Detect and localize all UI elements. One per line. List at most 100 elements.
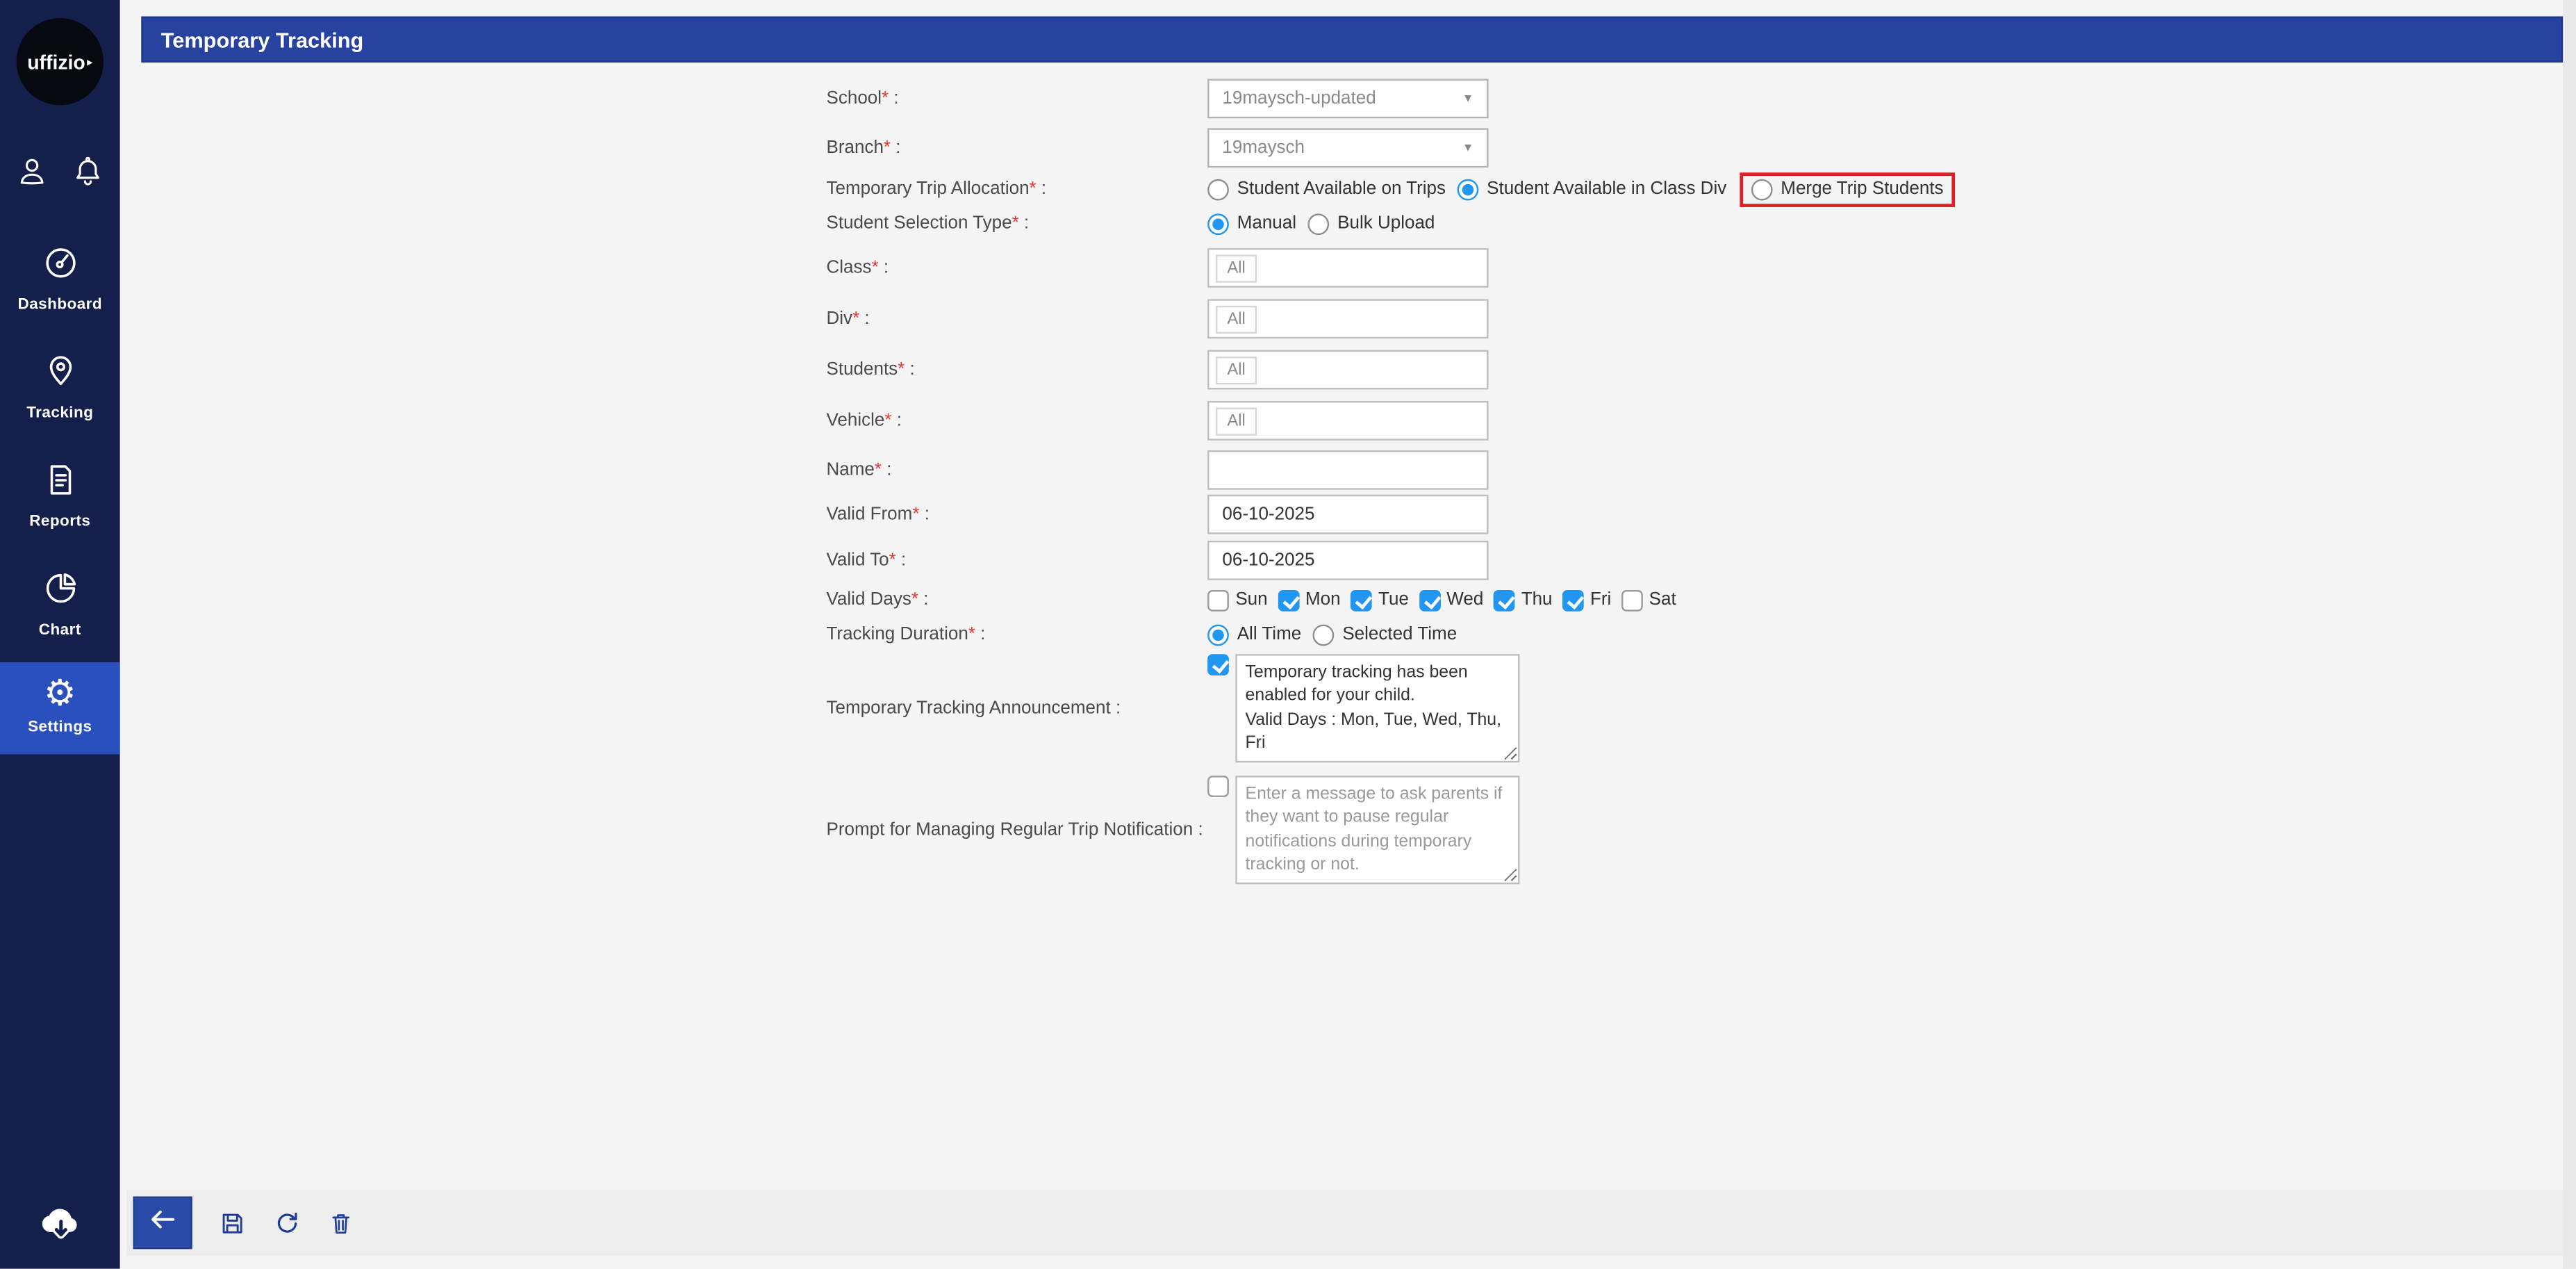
- chevron-down-icon: ▼: [1462, 93, 1474, 106]
- sidebar-item-label: Chart: [38, 621, 81, 639]
- checkbox[interactable]: [1207, 589, 1229, 611]
- user-icon[interactable]: [15, 154, 49, 197]
- checkbox-label: Sat: [1649, 589, 1676, 610]
- vertical-scrollbar[interactable]: [2563, 0, 2576, 1269]
- valid-day-wed: Wed: [1419, 589, 1483, 611]
- field-row-school: School* : 19maysch-updated ▼: [120, 79, 2550, 119]
- sidebar-item-dashboard[interactable]: Dashboard: [0, 243, 120, 314]
- checkbox-label: Thu: [1521, 589, 1553, 610]
- field-row-div: Div* : All: [120, 299, 2550, 339]
- field-row-class: Class* : All: [120, 248, 2550, 288]
- sidebar-quick-icons: [0, 154, 120, 197]
- field-label: Valid From* :: [826, 504, 930, 525]
- radio-label: Student Available on Trips: [1237, 179, 1446, 199]
- radio-label: Student Available in Class Div: [1487, 179, 1727, 199]
- main-content: Temporary Tracking School* : 19maysch-up…: [120, 0, 2576, 1269]
- field-row-students: Students* : All: [120, 350, 2550, 390]
- radio-button[interactable]: [1307, 213, 1330, 234]
- name-input[interactable]: [1207, 450, 1489, 490]
- field-row-name: Name* :: [120, 450, 2550, 490]
- radio-option-merge-trip-students: Merge Trip Students: [1751, 178, 1944, 200]
- field-row-announcement: Temporary Tracking Announcement : Tempor…: [120, 654, 2550, 763]
- valid-day-tue: Tue: [1350, 589, 1409, 611]
- radio-button[interactable]: [1207, 213, 1229, 234]
- checkbox-label: Fri: [1590, 589, 1612, 610]
- branch-select[interactable]: 19maysch ▼: [1207, 128, 1489, 168]
- valid-day-mon: Mon: [1277, 589, 1341, 611]
- field-label: Vehicle* :: [826, 411, 902, 431]
- radio-label: Selected Time: [1342, 624, 1458, 645]
- sidebar-item-tracking[interactable]: Tracking: [0, 352, 120, 423]
- temporary-tracking-form: School* : 19maysch-updated ▼ Branch* : 1…: [120, 79, 2550, 885]
- radio-button[interactable]: [1312, 623, 1335, 646]
- checkbox[interactable]: [1277, 589, 1299, 611]
- students-multiselect[interactable]: All: [1207, 350, 1489, 390]
- selected-tag: All: [1215, 254, 1257, 282]
- radio-button[interactable]: [1207, 178, 1229, 200]
- selected-tag: All: [1215, 407, 1257, 435]
- checkbox[interactable]: [1493, 589, 1515, 611]
- field-label: Student Selection Type* :: [826, 213, 1030, 234]
- cloud-download-icon: [35, 1197, 85, 1254]
- vehicle-multiselect[interactable]: All: [1207, 401, 1489, 441]
- checkbox-label: Sun: [1235, 589, 1268, 610]
- field-label: Valid Days* :: [826, 589, 929, 610]
- tracking-pin-icon: [40, 352, 80, 400]
- selected-tag: All: [1215, 304, 1257, 333]
- back-arrow-icon: [145, 1201, 181, 1245]
- class-multiselect[interactable]: All: [1207, 248, 1489, 288]
- field-label: Valid To* :: [826, 550, 907, 571]
- announcement-enable-checkbox[interactable]: [1207, 654, 1229, 676]
- checkbox[interactable]: [1350, 589, 1372, 611]
- checkbox[interactable]: [1419, 589, 1440, 611]
- radio-label: Bulk Upload: [1337, 213, 1435, 234]
- checkbox-label: Wed: [1446, 589, 1484, 610]
- save-button[interactable]: [219, 1209, 247, 1237]
- radio-option-bulk-upload: Bulk Upload: [1307, 213, 1435, 234]
- radio-button[interactable]: [1207, 623, 1229, 646]
- checkbox[interactable]: [1562, 589, 1584, 611]
- sidebar-item-label: Dashboard: [17, 295, 103, 314]
- radio-option-all-time: All Time: [1207, 623, 1302, 646]
- sidebar-item-label: Reports: [29, 512, 91, 531]
- settings-gear-icon: ⚙: [43, 673, 76, 715]
- delete-button[interactable]: [327, 1209, 355, 1237]
- radio-option-selected-time: Selected Time: [1312, 623, 1458, 646]
- radio-option-student-available-in-class-div: Student Available in Class Div: [1457, 178, 1727, 200]
- div-multiselect[interactable]: All: [1207, 299, 1489, 339]
- sidebar-item-settings[interactable]: ⚙ Settings: [0, 662, 120, 755]
- page-header: Temporary Tracking: [141, 16, 2563, 63]
- valid-to-date-input[interactable]: [1207, 541, 1489, 580]
- checkbox[interactable]: [1621, 589, 1643, 611]
- radio-button[interactable]: [1751, 178, 1773, 200]
- radio-option-manual: Manual: [1207, 213, 1296, 234]
- valid-day-fri: Fri: [1562, 589, 1612, 611]
- prompt-textarea[interactable]: [1235, 776, 1520, 885]
- field-row-branch: Branch* : 19maysch ▼: [120, 128, 2550, 168]
- field-label: Name* :: [826, 460, 892, 480]
- radio-label: All Time: [1237, 624, 1302, 645]
- radio-label: Manual: [1237, 213, 1297, 234]
- cloud-download-button[interactable]: [0, 1197, 120, 1254]
- field-label: Class* :: [826, 258, 889, 278]
- logo-arrow-icon: ▸: [87, 56, 93, 69]
- notifications-bell-icon[interactable]: [71, 154, 106, 197]
- announcement-textarea[interactable]: Temporary tracking has been enabled for …: [1235, 654, 1520, 763]
- field-label: Branch* :: [826, 138, 901, 158]
- reset-button[interactable]: [273, 1209, 301, 1237]
- radio-button[interactable]: [1457, 178, 1479, 200]
- chart-pie-icon: [40, 568, 80, 616]
- valid-from-date-input[interactable]: [1207, 494, 1489, 534]
- uffizio-logo[interactable]: uffizio ▸: [16, 18, 104, 106]
- sidebar-item-reports[interactable]: Reports: [0, 460, 120, 531]
- selected-tag: All: [1215, 355, 1257, 384]
- field-label: Students* :: [826, 359, 915, 380]
- school-select[interactable]: 19maysch-updated ▼: [1207, 79, 1489, 119]
- field-label: Div* :: [826, 309, 870, 329]
- sidebar-item-chart[interactable]: Chart: [0, 568, 120, 639]
- page-title: Temporary Tracking: [160, 28, 364, 53]
- field-row-prompt: Prompt for Managing Regular Trip Notific…: [120, 776, 2550, 885]
- prompt-enable-checkbox[interactable]: [1207, 776, 1229, 797]
- radio-label: Merge Trip Students: [1781, 179, 1944, 199]
- back-button[interactable]: [133, 1197, 192, 1250]
